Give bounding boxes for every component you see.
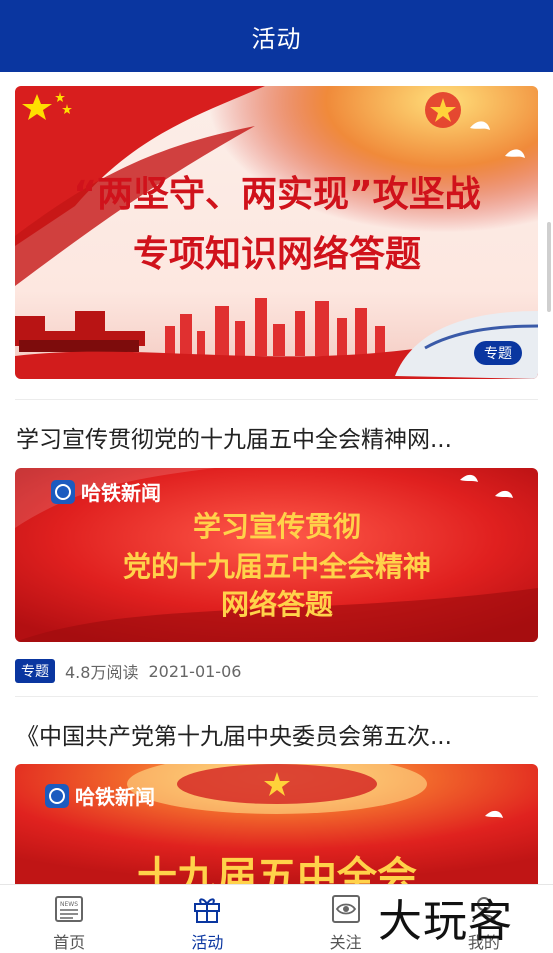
read-count: 4.8万阅读 — [65, 663, 139, 682]
scrollbar[interactable] — [547, 222, 551, 312]
banner-subline: 专项知识网络答题 — [133, 233, 421, 275]
gift-icon — [194, 898, 221, 923]
eye-icon — [331, 895, 360, 923]
tab-activity[interactable]: 活动 — [138, 885, 276, 953]
banner-headline: 十九届五中全会 — [137, 854, 417, 884]
tab-label: 关注 — [329, 933, 362, 952]
watermark-logo: 大玩客 — [378, 896, 513, 947]
topic-tag: 专题 — [15, 659, 55, 683]
brand-logo-icon — [45, 784, 69, 808]
banner-image: “两坚守、两实现”攻坚战 专项知识网络答题 — [15, 86, 538, 379]
tab-label: 活动 — [191, 933, 224, 952]
article-banner[interactable]: 哈铁新闻 学习宣传贯彻 党的十九届五中全会精神 网络答题 — [15, 468, 538, 642]
article-title[interactable]: 学习宣传贯彻党的十九届五中全会精神网... — [16, 420, 536, 454]
top-bar: 活动 — [0, 0, 553, 72]
brand-logo-icon — [51, 480, 75, 504]
brand-name: 哈铁新闻 — [75, 785, 155, 809]
article-banner[interactable]: 哈铁新闻 十九届五中全会 — [15, 764, 538, 884]
activity-feed[interactable]: “两坚守、两实现”攻坚战 专项知识网络答题 专题 学习宣传贯彻党的十九届五中全会… — [0, 72, 553, 884]
banner-subline: 网络答题 — [221, 588, 333, 621]
banner-image: 哈铁新闻 学习宣传贯彻 党的十九届五中全会精神 网络答题 — [15, 468, 538, 642]
article-meta: 专题 4.8万阅读 2021-01-06 — [15, 659, 241, 683]
article-banner[interactable]: “两坚守、两实现”攻坚战 专项知识网络答题 专题 — [15, 86, 538, 379]
topic-tag: 专题 — [474, 341, 522, 365]
divider — [15, 696, 538, 697]
publish-date: 2021-01-06 — [148, 661, 242, 681]
news-icon: NEWS — [55, 896, 84, 922]
svg-text:NEWS: NEWS — [60, 901, 78, 908]
tab-home[interactable]: NEWS 首页 — [0, 885, 138, 953]
tab-label: 首页 — [53, 933, 86, 952]
brand-name: 哈铁新闻 — [81, 481, 161, 505]
banner-subline: 党的十九届五中全会精神 — [123, 550, 431, 583]
page-title: 活动 — [251, 24, 302, 53]
divider — [15, 399, 538, 400]
banner-headline: “两坚守、两实现”攻坚战 — [73, 174, 480, 215]
article-title[interactable]: 《中国共产党第十九届中央委员会第五次... — [16, 717, 536, 751]
banner-image: 哈铁新闻 十九届五中全会 — [15, 764, 538, 884]
banner-headline: 学习宣传贯彻 — [193, 510, 361, 543]
